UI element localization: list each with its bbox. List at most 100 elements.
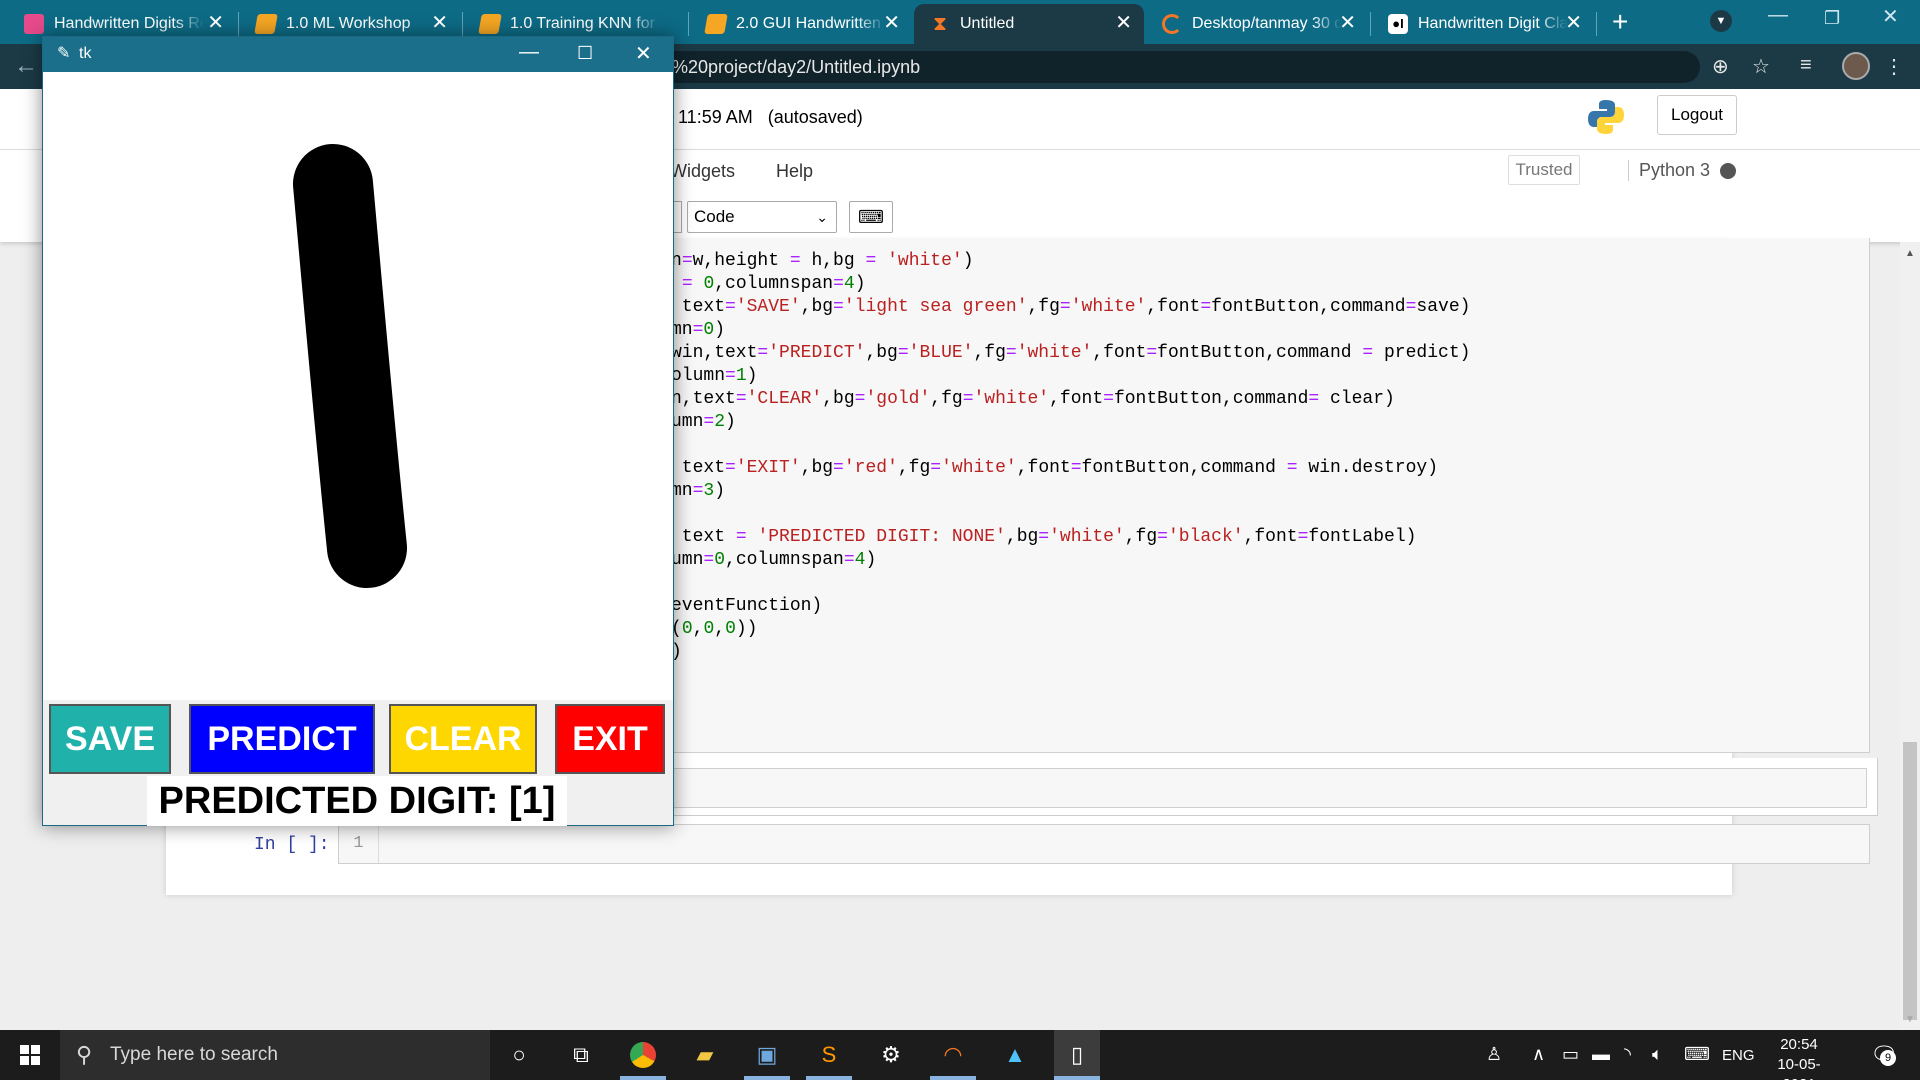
tk-maximize-icon[interactable]: ☐ (577, 43, 593, 64)
kernel-name: Python 3 (1628, 160, 1710, 181)
tab-favicon-icon (24, 14, 44, 34)
more-menu-icon[interactable]: ⋮ (1884, 54, 1904, 79)
drawing-canvas[interactable] (43, 72, 673, 700)
media-control-icon[interactable]: ≡ (1800, 54, 1812, 77)
zoom-icon[interactable]: ⊕ (1712, 54, 1729, 79)
restore-icon[interactable]: ❐ (1824, 8, 1840, 29)
trusted-badge[interactable]: Trusted (1508, 155, 1580, 185)
menu-help[interactable]: Help (776, 161, 813, 182)
language-indicator[interactable]: ENG (1722, 1047, 1755, 1064)
clock-time: 20:54 (1780, 1036, 1818, 1053)
jupyter-book-icon (704, 14, 728, 34)
scrollbar-thumb[interactable] (1903, 742, 1917, 1020)
close-tab-icon[interactable]: ✕ (207, 13, 224, 33)
new-tab-button[interactable]: + (1612, 6, 1628, 38)
battery-icon[interactable]: ▬ (1592, 1044, 1610, 1065)
prediction-label: PREDICTED DIGIT: [1] (147, 776, 567, 826)
windows-taskbar: ⚲ Type here to search ○ ⧉ ▰ ▣ S ⚙ ◠ ▲ ▯ … (0, 1030, 1920, 1080)
volume-icon[interactable]: 🔈︎ (1652, 1044, 1663, 1065)
close-tab-icon[interactable]: ✕ (1339, 13, 1356, 33)
notification-count: 9 (1880, 1050, 1896, 1066)
code-text: n=w,height = h,bg = 'white') = 0,columns… (671, 251, 1471, 662)
save-button[interactable]: SAVE (49, 704, 171, 774)
tab-handwritten-digit-cla[interactable]: ●I Handwritten Digit Cla ✕ (1372, 4, 1594, 44)
close-tab-icon[interactable]: ✕ (1115, 13, 1132, 33)
keyboard-shortcuts-icon[interactable]: ⌨ (849, 201, 893, 233)
close-tab-icon[interactable]: ✕ (431, 13, 448, 33)
tab-title: 1.0 Training KNN for (510, 15, 655, 32)
tab-desktop-tanmay[interactable]: Desktop/tanmay 30 d ✕ (1146, 4, 1368, 44)
profile-avatar[interactable] (1842, 52, 1870, 80)
tk-title-bar[interactable]: ✎ tk — ☐ ✕ (43, 37, 673, 72)
close-tab-icon[interactable]: ✕ (883, 13, 900, 33)
chevron-down-icon: ⌄ (816, 209, 828, 225)
scroll-up-icon[interactable]: ▲ (1905, 248, 1915, 259)
tab-title: Untitled (960, 15, 1015, 32)
medium-logo-icon: ●I (1388, 14, 1408, 34)
tab-gui-handwritten[interactable]: 2.0 GUI Handwritten ✕ (690, 4, 912, 44)
cell-prompt: In [ ]: (254, 835, 330, 855)
tab-title: Desktop/tanmay 30 d (1192, 15, 1342, 32)
tab-title: Handwritten Digits Re (54, 15, 204, 32)
exit-button[interactable]: EXIT (555, 704, 665, 774)
loading-spinner-icon (1162, 14, 1182, 34)
tab-title: 2.0 GUI Handwritten (736, 15, 881, 32)
line-number: 1 (339, 825, 379, 863)
tk-feather-icon: ✎ (57, 45, 71, 62)
cortana-icon[interactable]: ○ (504, 1040, 534, 1070)
photos-icon[interactable]: ▲ (1000, 1040, 1030, 1070)
jupyter-book-icon (254, 14, 278, 34)
task-view-icon[interactable]: ⧉ (566, 1040, 596, 1070)
tab-title: Handwritten Digit Cla (1418, 15, 1568, 32)
sublime-text-icon[interactable]: S (814, 1040, 844, 1070)
hourglass-icon: ⧗ (932, 13, 948, 35)
save-status: t 11:59 AM (autosaved) (668, 107, 863, 127)
tk-minimize-icon[interactable]: — (519, 41, 539, 64)
menu-widgets[interactable]: Widgets (670, 161, 735, 182)
tab-title: 1.0 ML Workshop (286, 15, 411, 32)
empty-code-cell[interactable]: 1 (338, 824, 1870, 864)
clear-button[interactable]: CLEAR (389, 704, 537, 774)
cell-type-value: Code (694, 207, 735, 226)
touch-keyboard-icon[interactable]: ⌨ (1684, 1044, 1710, 1065)
windows-start-icon[interactable] (20, 1045, 40, 1065)
minimize-icon[interactable]: — (1768, 4, 1788, 27)
people-icon[interactable]: ♙ (1486, 1044, 1502, 1065)
output-cell (670, 758, 1878, 816)
wifi-icon[interactable]: ◝ (1624, 1044, 1631, 1065)
handwritten-stroke (293, 144, 407, 588)
python-idle-icon[interactable]: ▣ (752, 1040, 782, 1070)
taskbar-search-box[interactable]: ⚲ Type here to search (60, 1030, 490, 1080)
file-explorer-icon[interactable]: ▰ (690, 1040, 720, 1070)
jupyter-icon[interactable]: ◠ (938, 1040, 968, 1070)
meet-now-icon[interactable]: ▭ (1562, 1044, 1579, 1065)
back-arrow-icon[interactable]: ← (14, 52, 38, 80)
kernel-status-indicator (1720, 163, 1736, 179)
notepad-icon[interactable]: ▯ (1054, 1030, 1100, 1080)
search-icon: ⚲ (76, 1042, 93, 1067)
tab-untitled[interactable]: ⧗ Untitled ✕ (914, 4, 1144, 44)
tray-overflow-icon[interactable]: ∧ (1532, 1044, 1545, 1065)
tk-close-icon[interactable]: ✕ (635, 41, 652, 66)
predict-button[interactable]: PREDICT (189, 704, 375, 774)
code-cell-editor[interactable]: n=w,height = h,bg = 'white') = 0,columns… (670, 238, 1870, 753)
python-logo-icon (1588, 100, 1624, 134)
output-area (671, 768, 1867, 808)
clock[interactable]: 20:54 10-05-2021 (1764, 1035, 1834, 1080)
tab-search-icon[interactable]: ▼ (1710, 10, 1732, 32)
clock-date: 10-05-2021 (1777, 1056, 1821, 1080)
jupyter-book-icon (478, 14, 502, 34)
chrome-icon[interactable] (628, 1040, 658, 1070)
close-window-icon[interactable]: ✕ (1882, 4, 1899, 29)
scroll-down-icon[interactable]: ▼ (1905, 1014, 1915, 1025)
notification-center-icon[interactable]: 🗨︎9 (1870, 1042, 1898, 1068)
bookmark-star-icon[interactable]: ☆ (1752, 54, 1770, 79)
search-placeholder: Type here to search (110, 1044, 278, 1065)
settings-gear-icon[interactable]: ⚙ (876, 1040, 906, 1070)
cell-type-select[interactable]: Code ⌄ (687, 201, 837, 233)
tk-window-title: tk (79, 45, 92, 62)
logout-button[interactable]: Logout (1657, 95, 1737, 135)
close-tab-icon[interactable]: ✕ (1565, 13, 1582, 33)
page-scrollbar[interactable]: ▲ ▼ (1900, 242, 1920, 1030)
tk-drawing-window: ✎ tk — ☐ ✕ SAVE PREDICT CLEAR EXIT PREDI… (42, 36, 674, 826)
